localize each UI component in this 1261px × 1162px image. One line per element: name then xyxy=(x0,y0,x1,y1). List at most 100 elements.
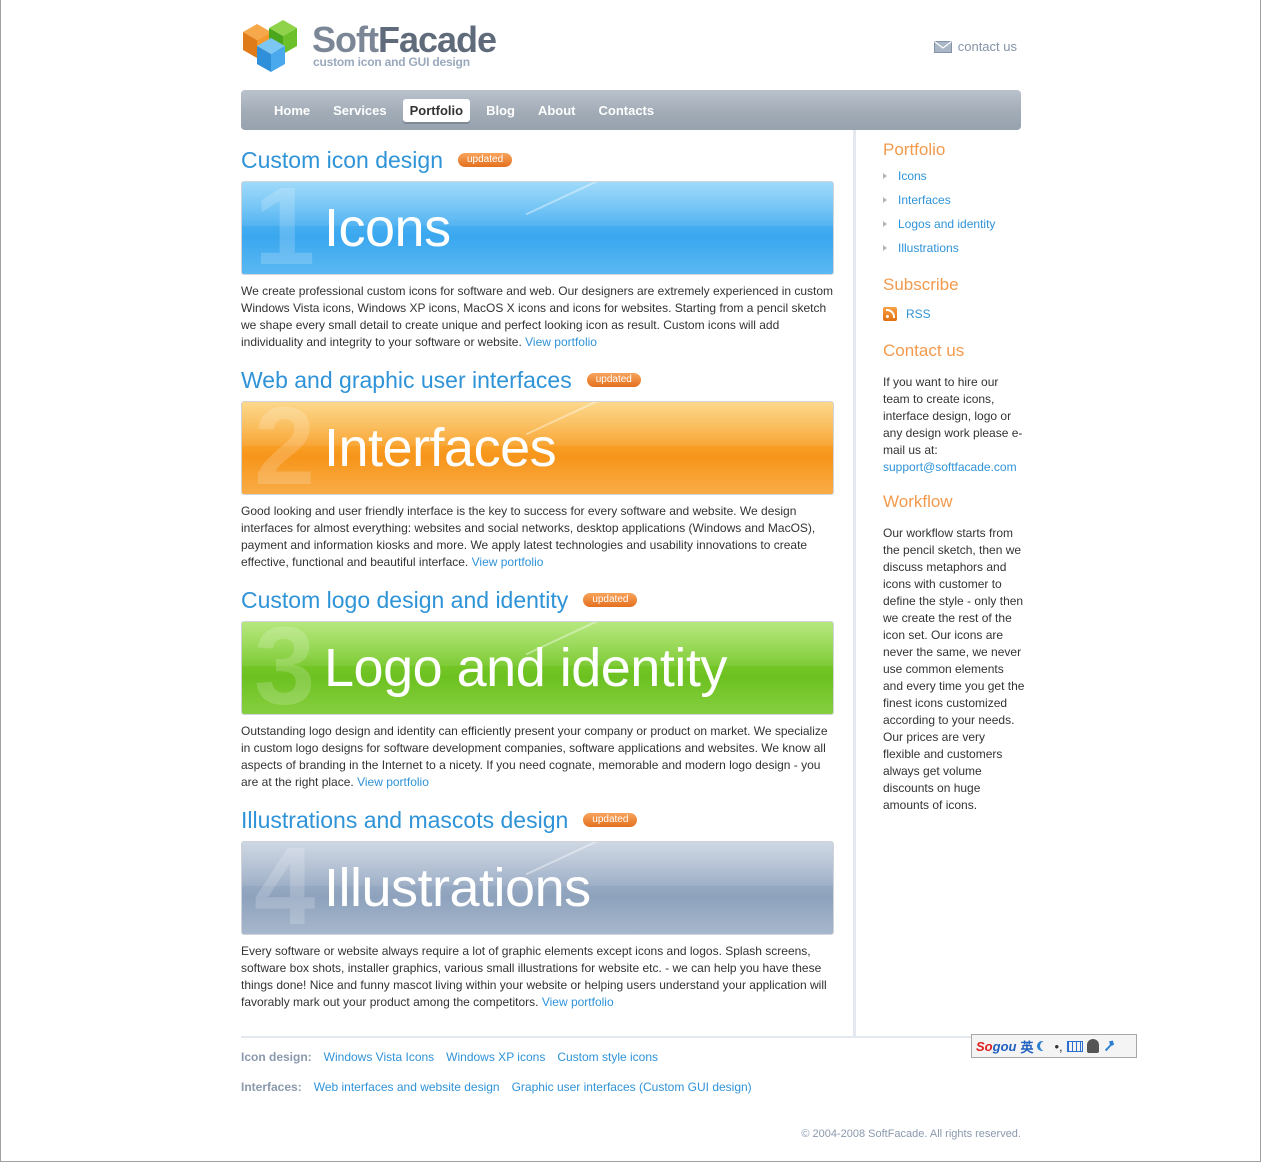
ime-logo-part2: gou xyxy=(992,1038,1017,1054)
banner-number: 4 xyxy=(254,841,316,935)
footer-link-xp-icons[interactable]: Windows XP icons xyxy=(446,1050,545,1064)
nav-contacts[interactable]: Contacts xyxy=(592,99,662,122)
sidebar-heading-subscribe: Subscribe xyxy=(883,275,959,294)
rss-icon xyxy=(883,307,897,321)
sidebar-link[interactable]: Icons xyxy=(898,164,927,188)
section-logo: Custom logo design and identity updated 3… xyxy=(241,586,836,791)
sidebar-item-illustrations[interactable]: Illustrations xyxy=(883,236,995,260)
footer-link-web-interfaces[interactable]: Web interfaces and website design xyxy=(314,1080,500,1094)
section-illustrations: Illustrations and mascots design updated … xyxy=(241,806,836,1011)
site-logo[interactable]: SoftFacade custom icon and GUI design xyxy=(241,18,501,78)
view-portfolio-link[interactable]: View portfolio xyxy=(542,995,614,1009)
sidebar-heading-workflow: Workflow xyxy=(883,492,953,511)
banner-title: Illustrations xyxy=(324,858,591,918)
updated-badge: updated xyxy=(586,373,641,387)
contact-text: If you want to hire our team to create i… xyxy=(883,374,1025,476)
sidebar-heading-contact: Contact us xyxy=(883,341,965,360)
ime-logo[interactable]: Sogou xyxy=(976,1039,1016,1054)
contact-email-link[interactable]: support@softfacade.com xyxy=(883,460,1017,474)
footer-label: Icon design: xyxy=(241,1050,312,1064)
moon-icon[interactable] xyxy=(1040,1041,1050,1051)
updated-badge: updated xyxy=(583,593,638,607)
sidebar-item-interfaces[interactable]: Interfaces xyxy=(883,188,995,212)
portfolio-list: Icons Interfaces Logos and identity Illu… xyxy=(883,164,995,260)
updated-badge: updated xyxy=(583,813,638,827)
sidebar-heading-portfolio: Portfolio xyxy=(883,140,946,159)
section-heading-text: Custom icon design xyxy=(241,147,443,173)
banner-title: Logo and identity xyxy=(324,638,727,698)
section-heading[interactable]: Custom icon design updated xyxy=(241,146,836,174)
banner-title: Icons xyxy=(324,198,451,258)
section-description: Outstanding logo design and identity can… xyxy=(241,723,836,791)
bullet-arrow-icon xyxy=(883,173,887,179)
section-heading-text: Illustrations and mascots design xyxy=(241,807,569,833)
contact-us-link[interactable]: contact us xyxy=(933,39,1017,54)
bullet-arrow-icon xyxy=(883,245,887,251)
footer-label: Interfaces: xyxy=(241,1080,302,1094)
nav-portfolio[interactable]: Portfolio xyxy=(402,98,471,122)
footer-link-custom-icons[interactable]: Custom style icons xyxy=(557,1050,658,1064)
interfaces-banner[interactable]: 2 Interfaces xyxy=(241,401,834,495)
section-text: Outstanding logo design and identity can… xyxy=(241,724,828,789)
contact-description: If you want to hire our team to create i… xyxy=(883,375,1023,457)
section-description: Every software or website always require… xyxy=(241,943,836,1011)
logo-banner[interactable]: 3 Logo and identity xyxy=(241,621,834,715)
banner-number: 3 xyxy=(254,621,316,715)
main-nav: Home Services Portfolio Blog About Conta… xyxy=(241,90,1021,130)
footer-link-gui-design[interactable]: Graphic user interfaces (Custom GUI desi… xyxy=(512,1080,752,1094)
illustrations-banner[interactable]: 4 Illustrations xyxy=(241,841,834,935)
brand-tagline: custom icon and GUI design xyxy=(313,55,470,69)
view-portfolio-link[interactable]: View portfolio xyxy=(525,335,597,349)
mascot-icon[interactable] xyxy=(1086,1039,1099,1053)
banner-number: 1 xyxy=(254,181,316,275)
brand-name-part2: Facade xyxy=(377,19,497,60)
ime-logo-part1: So xyxy=(976,1038,993,1054)
sidebar-link[interactable]: Interfaces xyxy=(898,188,951,212)
sidebar-item-logos[interactable]: Logos and identity xyxy=(883,212,995,236)
sidebar-item-icons[interactable]: Icons xyxy=(883,164,995,188)
brand-name: SoftFacade xyxy=(312,19,497,60)
banner-title: Interfaces xyxy=(324,418,557,478)
bullet-arrow-icon xyxy=(883,221,887,227)
keyboard-icon[interactable] xyxy=(1066,1040,1083,1052)
wrench-icon[interactable] xyxy=(1105,1040,1115,1052)
section-interfaces: Web and graphic user interfaces updated 2… xyxy=(241,366,836,571)
brand-name-part1: Soft xyxy=(312,19,379,60)
section-heading-text: Web and graphic user interfaces xyxy=(241,367,572,393)
section-icons: Custom icon design updated 1 Icons We cre… xyxy=(241,146,836,351)
section-heading[interactable]: Illustrations and mascots design updated xyxy=(241,806,836,834)
updated-badge: updated xyxy=(458,153,513,167)
footer-interfaces-links: Interfaces: Web interfaces and website d… xyxy=(241,1080,752,1094)
section-heading[interactable]: Custom logo design and identity updated xyxy=(241,586,836,614)
section-heading-text: Custom logo design and identity xyxy=(241,587,569,613)
rss-label[interactable]: RSS xyxy=(906,307,931,321)
section-description: We create professional custom icons for … xyxy=(241,283,836,351)
workflow-text: Our workflow starts from the pencil sket… xyxy=(883,526,1025,812)
section-text: Every software or website always require… xyxy=(241,944,827,1009)
footer-icon-design-links: Icon design: Windows Vista Icons Windows… xyxy=(241,1050,658,1064)
footer-link-vista-icons[interactable]: Windows Vista Icons xyxy=(324,1050,435,1064)
ime-language-toggle[interactable]: 英 xyxy=(1020,1037,1033,1056)
cube-logo-icon xyxy=(243,20,297,72)
nav-blog[interactable]: Blog xyxy=(479,99,522,122)
nav-about[interactable]: About xyxy=(531,99,583,122)
banner-number: 2 xyxy=(254,401,316,495)
view-portfolio-link[interactable]: View portfolio xyxy=(472,555,544,569)
section-heading[interactable]: Web and graphic user interfaces updated xyxy=(241,366,836,394)
copyright: © 2004-2008 SoftFacade. All rights reser… xyxy=(801,1128,1021,1140)
nav-home[interactable]: Home xyxy=(267,99,317,122)
ime-toolbar[interactable]: Sogou 英 •, xyxy=(971,1034,1137,1058)
bullet-arrow-icon xyxy=(883,197,887,203)
icons-banner[interactable]: 1 Icons xyxy=(241,181,834,275)
sidebar-link[interactable]: Logos and identity xyxy=(898,212,995,236)
contact-us-label: contact us xyxy=(957,39,1017,54)
view-portfolio-link[interactable]: View portfolio xyxy=(357,775,429,789)
sidebar-link[interactable]: Illustrations xyxy=(898,236,959,260)
banner-streak xyxy=(525,182,821,274)
section-description: Good looking and user friendly interface… xyxy=(241,503,836,571)
rss-link[interactable]: RSS xyxy=(883,307,931,321)
main-content: Custom icon design updated 1 Icons We cre… xyxy=(241,130,856,1038)
ime-punctuation-toggle[interactable]: •, xyxy=(1054,1039,1062,1054)
nav-services[interactable]: Services xyxy=(326,99,394,122)
envelope-icon xyxy=(933,40,952,53)
